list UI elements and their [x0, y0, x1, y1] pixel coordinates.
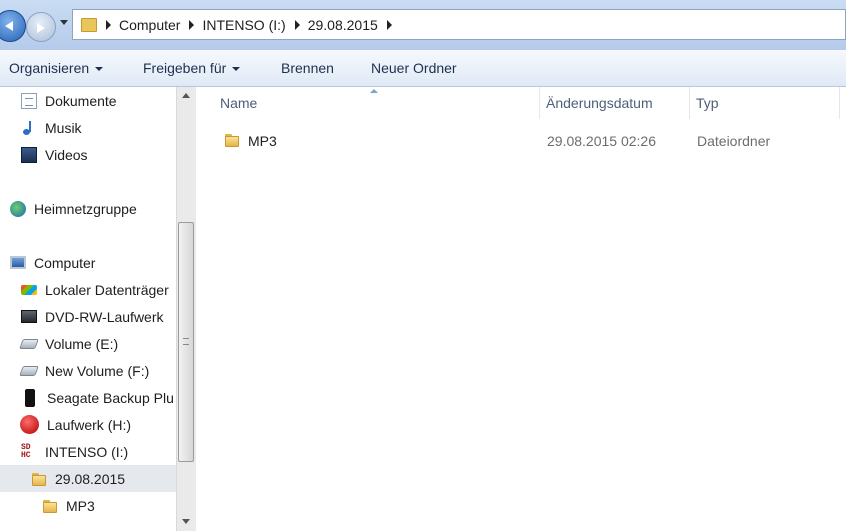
folder-icon: [81, 17, 97, 32]
nav-item-computer[interactable]: Computer: [0, 249, 95, 276]
breadcrumb-intenso[interactable]: INTENSO (I:): [202, 17, 285, 33]
chevron-right-icon[interactable]: [386, 19, 392, 30]
caret-down-icon: [95, 67, 104, 71]
recent-pages-dropdown-icon[interactable]: [60, 20, 68, 25]
nav-item-label: DVD-RW-Laufwerk: [45, 308, 164, 325]
sd-card-icon: SD HC: [21, 442, 31, 460]
nav-item-documents[interactable]: Dokumente: [0, 87, 117, 114]
nav-item-dvd-drive[interactable]: DVD-RW-Laufwerk: [0, 303, 164, 330]
column-header-row: Name Änderungsdatum Typ: [197, 87, 846, 119]
drive-icon: [19, 365, 39, 376]
folder-icon: [31, 472, 47, 486]
command-bar: Organisieren Freigeben für Brennen Neuer…: [0, 50, 846, 87]
nav-item-homegroup[interactable]: Heimnetzgruppe: [0, 195, 137, 222]
nav-item-intenso[interactable]: SD HC INTENSO (I:): [0, 438, 128, 465]
nav-item-label: Dokumente: [45, 92, 117, 109]
organize-label: Organisieren: [9, 60, 90, 76]
nav-item-date-folder[interactable]: 29.08.2015: [0, 465, 176, 492]
nav-item-local-disk[interactable]: Lokaler Datenträger: [0, 276, 169, 303]
chevron-right-icon[interactable]: [106, 19, 111, 30]
local-disk-icon: [21, 284, 37, 295]
breadcrumb-computer[interactable]: Computer: [119, 17, 180, 33]
nav-item-videos[interactable]: Videos: [0, 141, 88, 168]
documents-icon: [21, 92, 37, 109]
nav-item-volume-f[interactable]: New Volume (F:): [0, 357, 149, 384]
burn-button[interactable]: Brennen: [281, 60, 334, 76]
scrollbar-thumb[interactable]: [178, 222, 194, 462]
nav-item-label: Videos: [45, 146, 88, 163]
external-drive-icon: [25, 388, 35, 407]
scroll-down-arrow-icon[interactable]: [177, 513, 196, 531]
nav-item-music[interactable]: Musik: [0, 114, 82, 141]
nav-item-drive-h[interactable]: Laufwerk (H:): [0, 411, 131, 438]
address-bar-area: Computer INTENSO (I:) 29.08.2015: [0, 0, 846, 50]
column-header-date[interactable]: Änderungsdatum: [540, 87, 690, 119]
new-folder-button[interactable]: Neuer Ordner: [371, 60, 457, 76]
nav-item-label: Heimnetzgruppe: [34, 200, 137, 217]
nav-item-seagate[interactable]: Seagate Backup Plu: [0, 384, 174, 411]
organize-button[interactable]: Organisieren: [9, 60, 104, 76]
computer-icon: [10, 256, 26, 269]
back-button[interactable]: [0, 10, 26, 42]
address-bar[interactable]: Computer INTENSO (I:) 29.08.2015: [72, 9, 846, 40]
nav-item-label: 29.08.2015: [55, 470, 126, 487]
column-header-type[interactable]: Typ: [690, 87, 840, 119]
videos-icon: [21, 146, 37, 163]
scroll-up-arrow-icon[interactable]: [177, 87, 196, 105]
file-date: 29.08.2015 02:26: [547, 133, 656, 149]
file-type: Dateiordner: [697, 133, 771, 149]
nav-item-mp3[interactable]: MP3: [0, 492, 95, 519]
navigation-scrollbar[interactable]: [176, 87, 196, 531]
chevron-right-icon[interactable]: [189, 19, 195, 30]
folder-icon: [42, 499, 58, 513]
breadcrumb-date-folder[interactable]: 29.08.2015: [308, 17, 378, 33]
navigation-pane: Dokumente Musik Videos Heimnetzgruppe Co…: [0, 87, 176, 531]
file-name: MP3: [248, 133, 277, 149]
dvd-drive-icon: [21, 310, 37, 323]
nav-item-label: Laufwerk (H:): [47, 416, 132, 433]
nav-item-label: Seagate Backup Plu: [47, 389, 174, 406]
drive-icon: [19, 338, 39, 349]
share-with-button[interactable]: Freigeben für: [143, 60, 241, 76]
nav-item-label: Computer: [34, 254, 96, 271]
nav-item-label: Volume (E:): [45, 335, 119, 352]
drive-h-icon: [20, 415, 39, 434]
nav-item-label: New Volume (F:): [45, 362, 150, 379]
chevron-right-icon[interactable]: [294, 19, 300, 30]
column-header-name[interactable]: Name: [214, 87, 540, 119]
nav-item-volume-e[interactable]: Volume (E:): [0, 330, 118, 357]
nav-item-label: Musik: [45, 119, 82, 136]
folder-icon: [224, 133, 240, 147]
nav-item-label: INTENSO (I:): [45, 443, 129, 460]
forward-button[interactable]: [26, 12, 56, 42]
file-list: Name Änderungsdatum Typ MP3 29.08.2015 0…: [197, 87, 846, 531]
homegroup-icon: [10, 200, 26, 217]
share-with-label: Freigeben für: [143, 60, 227, 76]
caret-down-icon: [232, 67, 241, 71]
nav-item-label: MP3: [66, 497, 95, 514]
music-icon: [21, 120, 37, 136]
nav-item-label: Lokaler Datenträger: [45, 281, 169, 298]
table-row[interactable]: MP3 29.08.2015 02:26 Dateiordner: [197, 127, 846, 155]
